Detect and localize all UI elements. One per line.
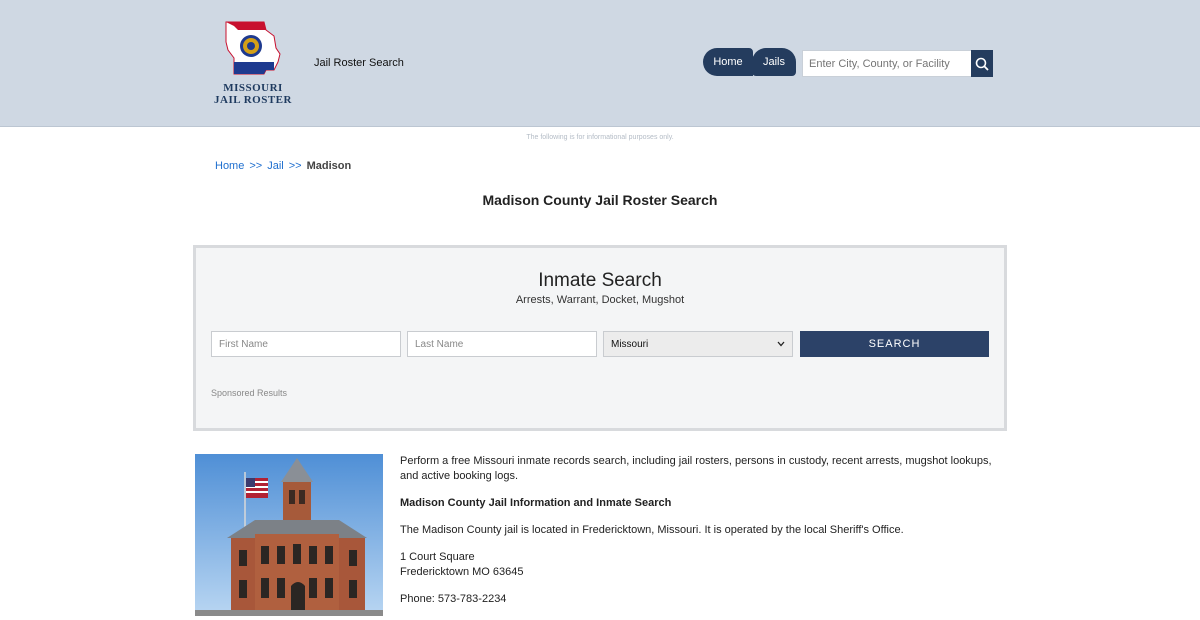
phone-line: Phone: 573-783-2234 <box>400 593 507 605</box>
panel-title: Inmate Search <box>538 270 662 291</box>
breadcrumb-home-link[interactable]: Home <box>215 160 244 172</box>
breadcrumb: Home >> Jail >> Madison <box>215 160 351 172</box>
breadcrumb-current: Madison <box>306 160 352 172</box>
facility-search-input[interactable] <box>802 50 972 77</box>
info-heading: Madison County Jail Information and Inma… <box>400 497 672 509</box>
address-line-2: Fredericktown MO 63645 <box>400 566 524 578</box>
nav-jails-button[interactable]: Jails <box>752 48 796 76</box>
search-icon[interactable] <box>971 50 993 77</box>
site-header: MISSOURI JAIL ROSTER Jail Roster Search … <box>0 0 1200 127</box>
nav-home-button[interactable]: Home <box>703 48 753 76</box>
inmate-search-panel: Inmate Search Arrests, Warrant, Docket, … <box>193 245 1007 431</box>
disclaimer-text: The following is for informational purpo… <box>526 134 674 141</box>
first-name-field[interactable]: First Name <box>211 331 401 357</box>
county-info-content: Perform a free Missouri inmate records s… <box>400 454 1000 619</box>
site-tagline: Jail Roster Search <box>314 57 404 69</box>
logo-line-1: MISSOURI <box>223 82 283 94</box>
page-title: Madison County Jail Roster Search <box>482 192 718 208</box>
sponsored-results-label: Sponsored Results <box>211 388 288 398</box>
breadcrumb-separator: >> <box>249 160 263 172</box>
logo-line-2: JAIL ROSTER <box>214 94 292 106</box>
intro-paragraph: Perform a free Missouri inmate records s… <box>400 455 992 482</box>
state-select-value: Missouri <box>611 338 649 350</box>
breadcrumb-separator: >> <box>288 160 302 172</box>
select-chevron-icon <box>777 339 785 350</box>
breadcrumb-jail-link[interactable]: Jail <box>267 160 284 172</box>
courthouse-photo <box>195 454 383 616</box>
panel-subtitle: Arrests, Warrant, Docket, Mugshot <box>515 294 685 306</box>
logo-wordmark[interactable]: MISSOURI JAIL ROSTER <box>210 82 296 106</box>
address-block: 1 Court Square Fredericktown MO 63645 <box>400 550 1000 580</box>
search-button[interactable]: SEARCH <box>800 331 989 357</box>
state-select[interactable]: Missouri <box>603 331 793 357</box>
location-paragraph: The Madison County jail is located in Fr… <box>400 524 904 536</box>
address-line-1: 1 Court Square <box>400 551 475 563</box>
last-name-field[interactable]: Last Name <box>407 331 597 357</box>
